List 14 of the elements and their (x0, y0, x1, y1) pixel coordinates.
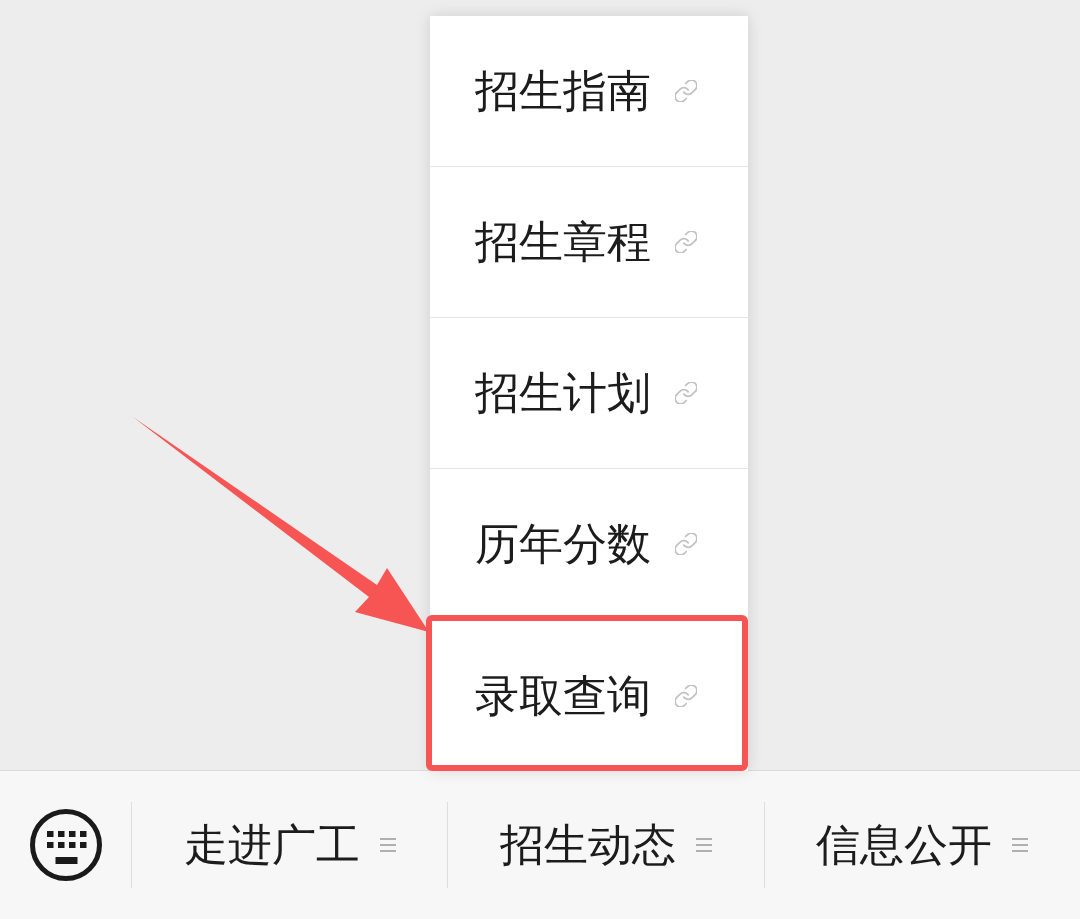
link-icon (675, 382, 698, 404)
menu-item[interactable]: 招生指南 (430, 16, 749, 167)
tab-button[interactable]: 走进广工 (183, 823, 396, 867)
menu-item[interactable]: 历年分数 (430, 469, 749, 620)
link-icon (675, 80, 698, 102)
menu-item[interactable]: 录取查询 (430, 620, 749, 771)
tab-button[interactable]: 信息公开 (816, 823, 1029, 867)
menu-item[interactable]: 招生计划 (430, 318, 749, 469)
menu-item[interactable]: 招生章程 (430, 167, 749, 318)
link-icon (675, 684, 698, 707)
tab-button[interactable]: 招生动态 (500, 823, 712, 867)
keyboard-icon[interactable] (29, 809, 102, 881)
link-icon (675, 533, 698, 555)
link-icon (675, 231, 698, 253)
